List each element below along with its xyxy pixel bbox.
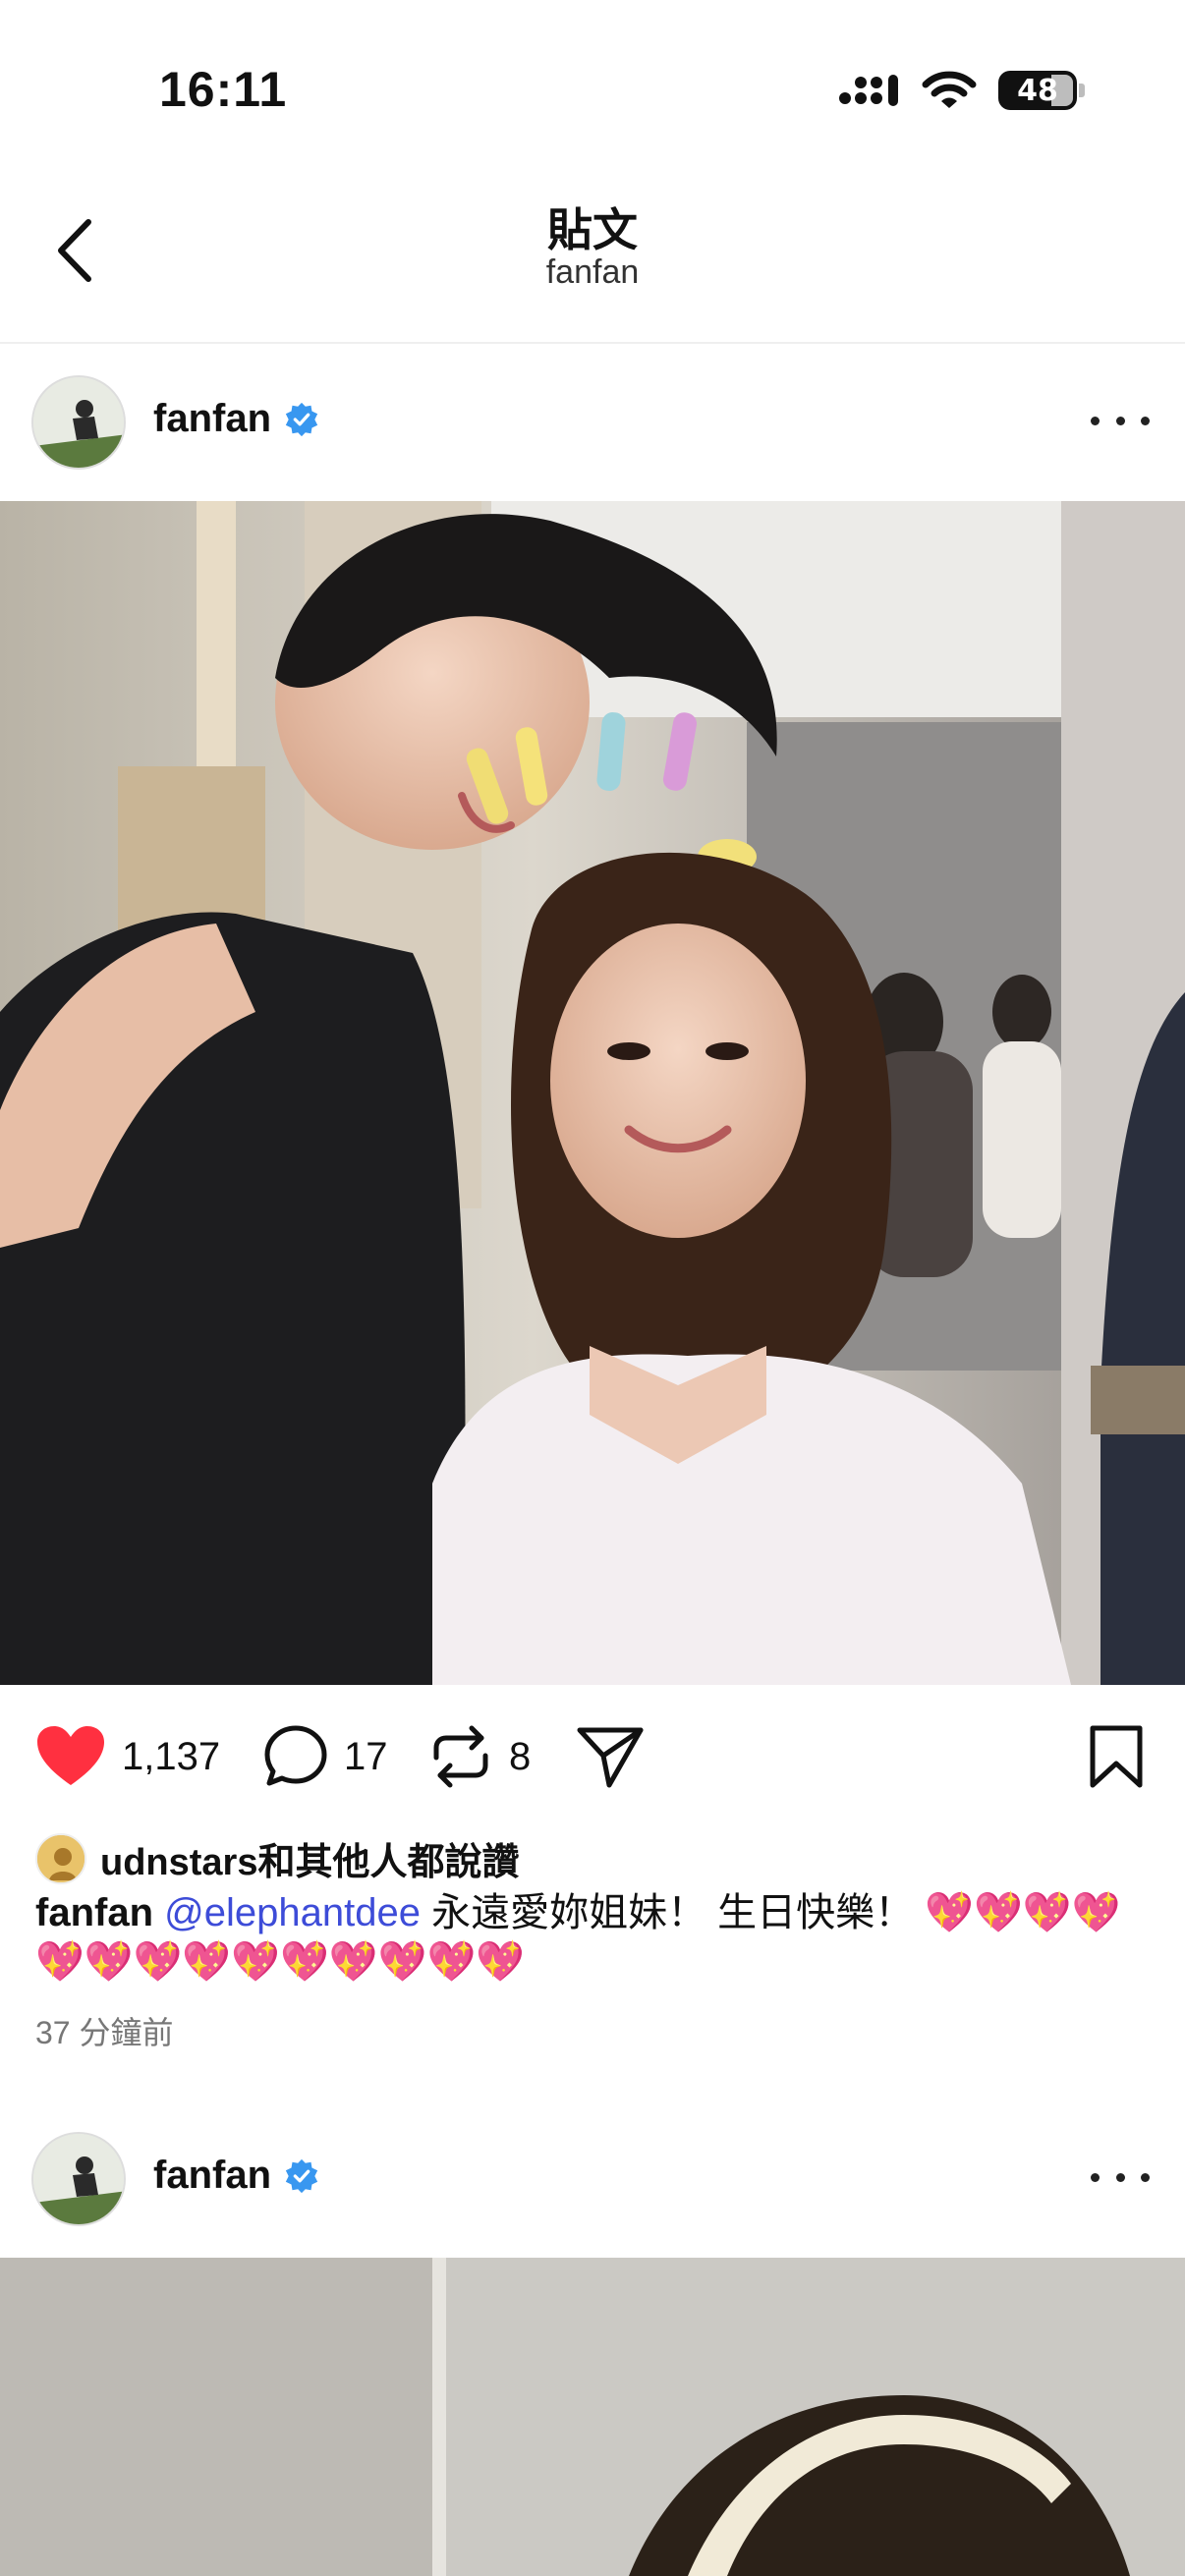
comment-icon — [264, 1725, 327, 1786]
author-name[interactable]: fanfan — [153, 2154, 271, 2198]
like-count: 1,137 — [122, 1734, 221, 1778]
signal-icon — [839, 75, 898, 106]
save-button[interactable] — [1087, 1721, 1146, 1792]
post-caption: fanfan @elephantdee 永遠愛妳姐妹！ 生日快樂！ 💖💖💖💖💖💖… — [35, 1888, 1146, 1987]
more-options-icon[interactable] — [1091, 2167, 1150, 2187]
verified-badge-icon — [285, 2158, 318, 2193]
repost-count: 8 — [509, 1734, 532, 1778]
post-author[interactable]: fanfan — [153, 397, 320, 441]
post-timestamp: 37 分鐘前 — [35, 2015, 174, 2050]
wifi-icon — [922, 71, 977, 108]
battery-level: 48 — [1017, 73, 1058, 108]
author-name[interactable]: fanfan — [153, 397, 271, 441]
caption-mention[interactable]: @elephantdee — [164, 1891, 421, 1934]
liked-by[interactable]: udnstars和其他人都說讚 — [35, 1831, 520, 1885]
verified-badge-icon — [285, 402, 318, 436]
battery-icon: 48 — [998, 71, 1077, 110]
comment-button[interactable]: 17 — [263, 1721, 388, 1792]
liked-by-text: 和其他人都說讚 — [257, 1842, 520, 1883]
like-button[interactable]: 1,137 — [35, 1721, 220, 1792]
comment-count: 17 — [344, 1734, 388, 1778]
status-time: 16:11 — [159, 62, 288, 117]
liker-avatar — [35, 1832, 86, 1884]
caption-username[interactable]: fanfan — [35, 1891, 153, 1934]
status-icons: 48 — [839, 71, 1085, 110]
liker-username[interactable]: udnstars — [100, 1842, 257, 1883]
author-avatar[interactable] — [31, 2132, 126, 2226]
post-author[interactable]: fanfan — [153, 2154, 320, 2198]
page-subtitle: fanfan — [545, 253, 640, 291]
post-photo[interactable] — [0, 2258, 1185, 2576]
post-actions: 1,137 17 8 — [35, 1721, 1150, 1792]
send-icon — [577, 1727, 644, 1788]
repost-icon — [433, 1725, 488, 1788]
header-divider — [0, 342, 1185, 344]
more-options-icon[interactable] — [1091, 411, 1150, 430]
heart-filled-icon — [37, 1726, 104, 1785]
author-avatar[interactable] — [31, 375, 126, 470]
share-button[interactable] — [576, 1721, 645, 1792]
repost-button[interactable]: 8 — [428, 1721, 531, 1792]
bookmark-icon — [1090, 1725, 1143, 1788]
page-title: 貼文 — [547, 204, 638, 255]
post-photo[interactable] — [0, 501, 1185, 1685]
